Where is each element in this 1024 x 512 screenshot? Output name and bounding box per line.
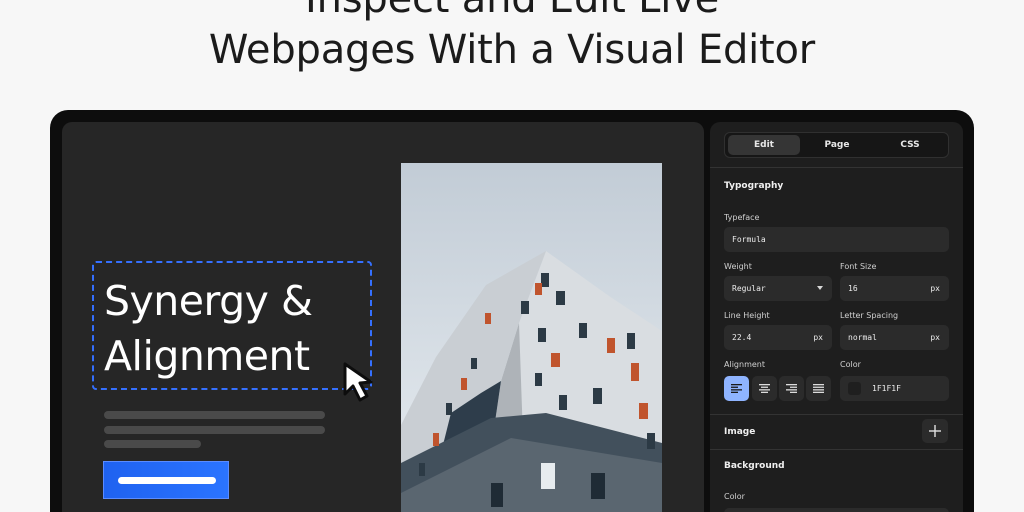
- typeface-value: Formula: [732, 235, 766, 244]
- webpage-canvas[interactable]: Synergy & Alignment: [62, 122, 704, 512]
- headline-line-2: Webpages With a Visual Editor: [208, 27, 816, 73]
- background-heading: Background: [724, 461, 785, 471]
- background-color-field[interactable]: [724, 508, 949, 512]
- letter-spacing-unit: px: [930, 333, 940, 342]
- image-heading: Image: [724, 427, 756, 437]
- tab-css[interactable]: CSS: [874, 135, 946, 155]
- cta-button[interactable]: [103, 461, 229, 499]
- weight-label: Weight: [724, 262, 752, 271]
- divider: [710, 449, 963, 450]
- align-right-button[interactable]: [779, 376, 804, 401]
- align-justify-icon: [813, 384, 824, 393]
- align-center-button[interactable]: [752, 376, 777, 401]
- letter-spacing-value: normal: [848, 333, 877, 342]
- text-placeholder-line: [104, 411, 325, 419]
- hero-title-line-2: Alignment: [104, 332, 310, 380]
- color-swatch[interactable]: [848, 382, 861, 395]
- headline-line-1: Inspect and Edit Live: [0, 0, 1024, 22]
- color-value: 1F1F1F: [872, 384, 901, 393]
- tab-edit[interactable]: Edit: [728, 135, 800, 155]
- alignment-label: Alignment: [724, 360, 765, 369]
- weight-select[interactable]: Regular: [724, 276, 832, 301]
- align-left-icon: [731, 384, 742, 393]
- editor-panel: Edit Page CSS Typography Typeface Formul…: [710, 122, 963, 512]
- divider: [710, 414, 963, 415]
- typeface-field[interactable]: Formula: [724, 227, 949, 252]
- hero-title-line-1: Synergy &: [104, 277, 313, 325]
- line-height-label: Line Height: [724, 311, 770, 320]
- panel-tabs: Edit Page CSS: [724, 132, 949, 158]
- color-field[interactable]: 1F1F1F: [840, 376, 949, 401]
- divider: [710, 167, 963, 168]
- line-height-field[interactable]: 22.4 px: [724, 325, 832, 350]
- line-height-value: 22.4: [732, 333, 752, 342]
- letter-spacing-field[interactable]: normal px: [840, 325, 949, 350]
- align-right-icon: [786, 384, 797, 393]
- tab-page[interactable]: Page: [801, 135, 873, 155]
- font-size-label: Font Size: [840, 262, 877, 271]
- align-justify-button[interactable]: [806, 376, 831, 401]
- plus-icon: [929, 425, 941, 437]
- line-height-unit: px: [813, 333, 823, 342]
- add-image-button[interactable]: [922, 419, 948, 443]
- font-size-value: 16: [848, 284, 858, 293]
- text-placeholder-line: [104, 440, 201, 448]
- font-size-field[interactable]: 16 px: [840, 276, 949, 301]
- typography-heading: Typography: [724, 181, 784, 191]
- color-label: Color: [840, 360, 861, 369]
- typeface-label: Typeface: [724, 213, 760, 222]
- letter-spacing-label: Letter Spacing: [840, 311, 899, 320]
- background-color-label: Color: [724, 492, 745, 501]
- cta-button-label-placeholder: [118, 477, 216, 484]
- chevron-down-icon: [817, 286, 823, 290]
- text-placeholder-line: [104, 426, 325, 434]
- weight-value: Regular: [732, 284, 766, 293]
- hero-title[interactable]: Synergy & Alignment: [104, 274, 313, 384]
- building-photo[interactable]: [401, 163, 662, 512]
- font-size-unit: px: [930, 284, 940, 293]
- align-left-button[interactable]: [724, 376, 749, 401]
- mouse-cursor-icon: [343, 362, 373, 402]
- align-center-icon: [759, 384, 770, 393]
